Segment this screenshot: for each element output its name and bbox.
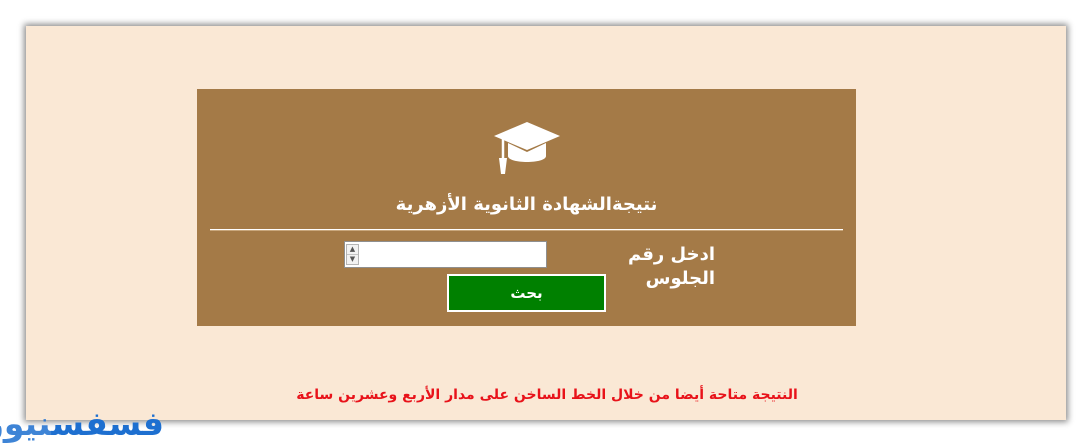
seat-number-input[interactable]: [361, 242, 546, 267]
spin-down-arrow-icon[interactable]: ▼: [347, 255, 358, 264]
watermark-logo: فسفسنيوز: [0, 402, 165, 446]
result-search-card: نتيجةالشهادة الثانوية الأزهرية ادخل رقم …: [197, 89, 856, 326]
search-button[interactable]: بحث: [447, 274, 606, 312]
logo-text-part-1: فسفس: [51, 404, 165, 443]
divider: [210, 229, 843, 231]
number-spinner[interactable]: ▲ ▼: [346, 244, 359, 265]
page-container: نتيجةالشهادة الثانوية الأزهرية ادخل رقم …: [26, 26, 1066, 420]
graduation-cap-icon: [494, 122, 560, 174]
logo-text-part-2: نيوز: [0, 404, 52, 443]
page-title: نتيجةالشهادة الثانوية الأزهرية: [395, 194, 658, 215]
spin-up-arrow-icon[interactable]: ▲: [347, 245, 358, 255]
hotline-note: النتيجة متاحة أيضا من خلال الخط الساخن ع…: [296, 387, 798, 403]
seat-number-field[interactable]: ▲ ▼: [344, 241, 547, 268]
